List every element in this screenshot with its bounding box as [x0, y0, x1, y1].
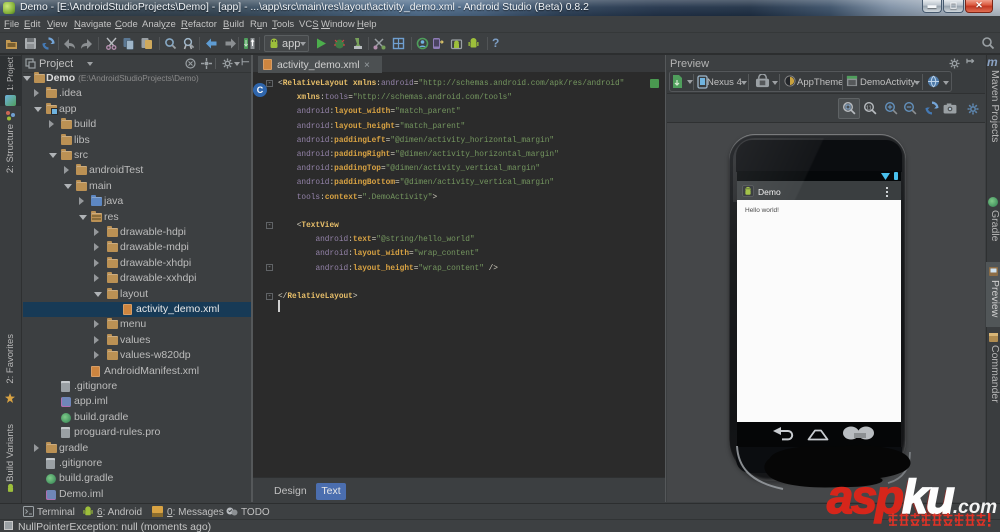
svg-text:11: 11 — [866, 106, 872, 112]
